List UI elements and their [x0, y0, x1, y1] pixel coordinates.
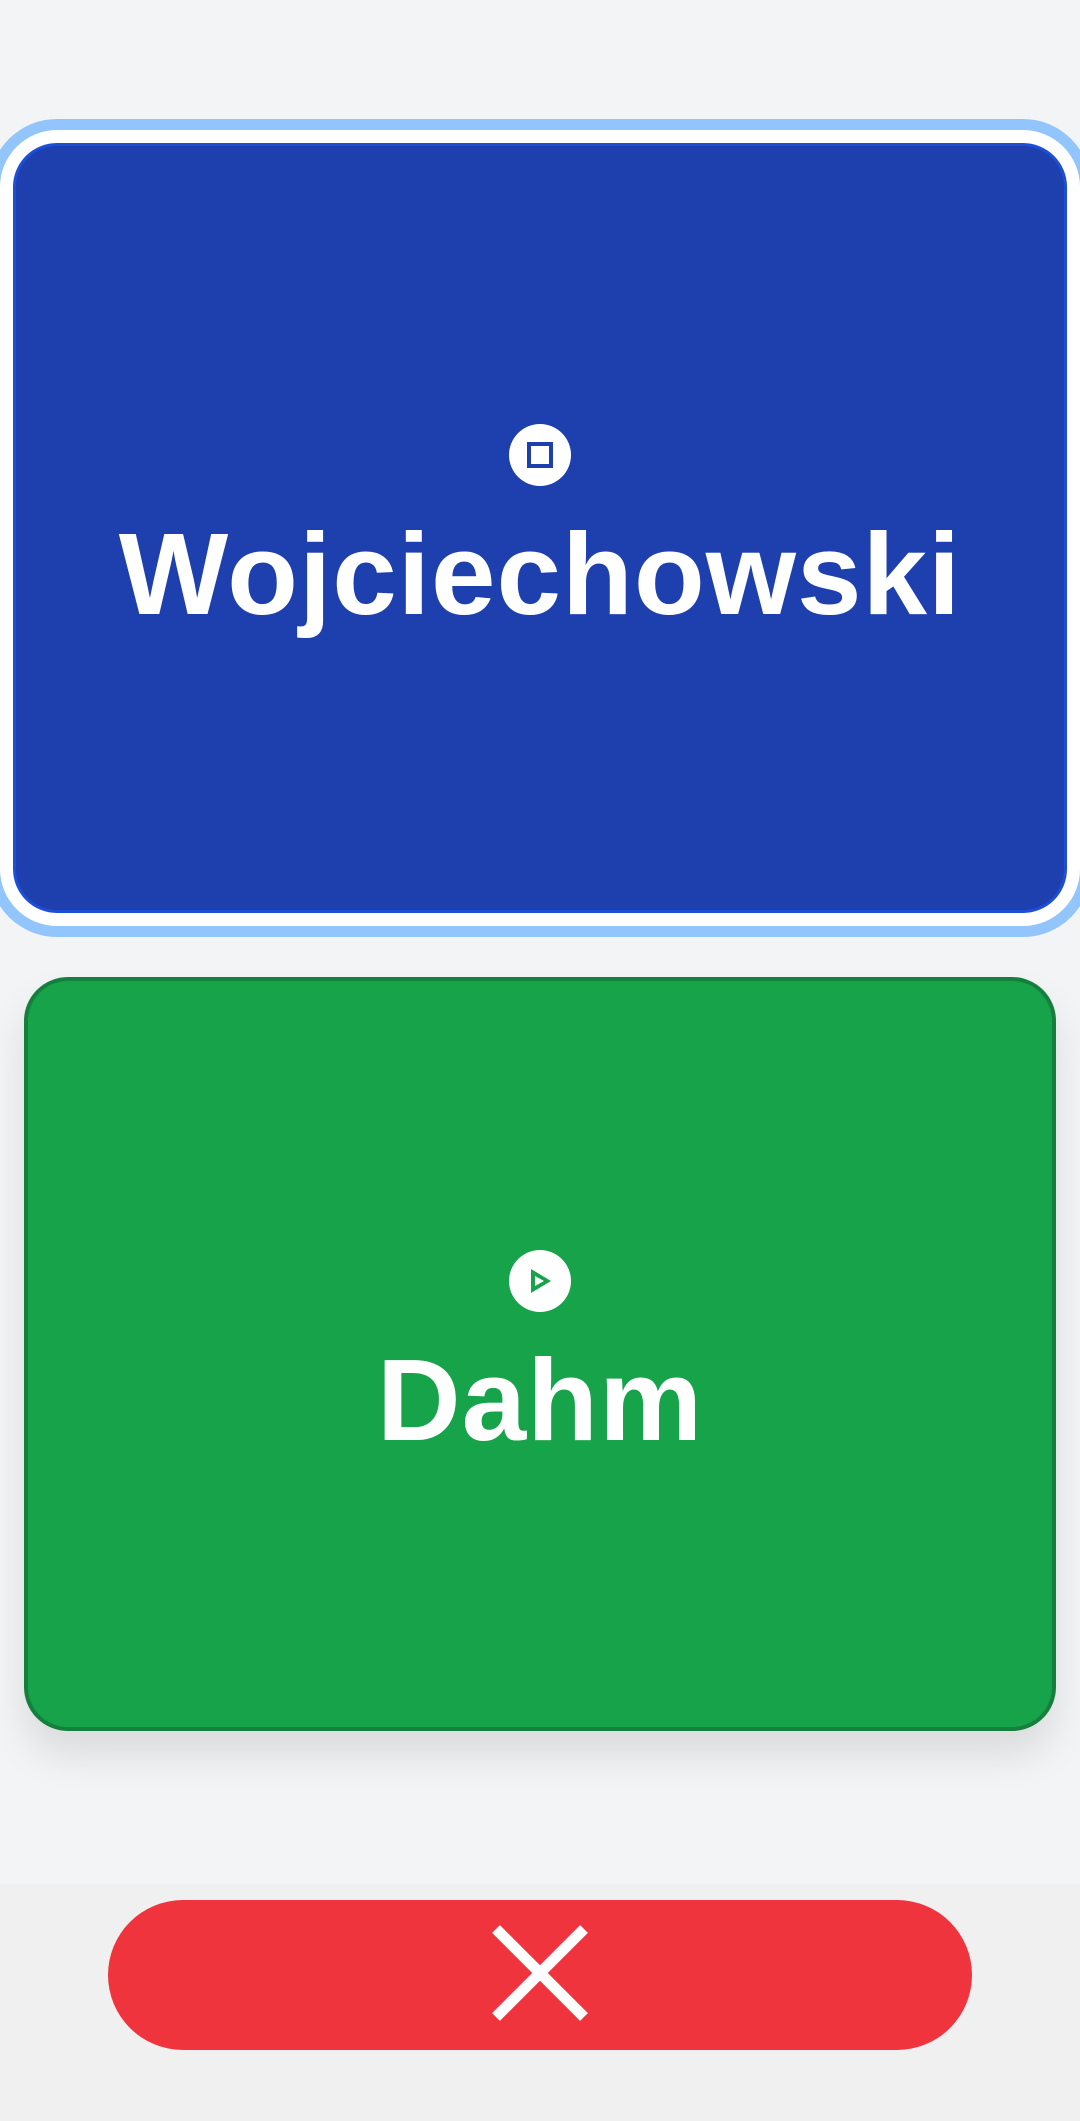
option-card-wojciechowski[interactable]: Wojciechowski — [13, 143, 1067, 913]
option-label: Wojciechowski — [118, 509, 962, 639]
cancel-button[interactable] — [108, 1900, 972, 2050]
option-screen: Wojciechowski Dahm — [0, 0, 1080, 2121]
close-icon — [490, 1923, 590, 2028]
option-card-dahm[interactable]: Dahm — [24, 977, 1056, 1731]
play-icon — [509, 1250, 571, 1312]
stop-icon — [509, 424, 571, 486]
option-label: Dahm — [376, 1335, 704, 1465]
